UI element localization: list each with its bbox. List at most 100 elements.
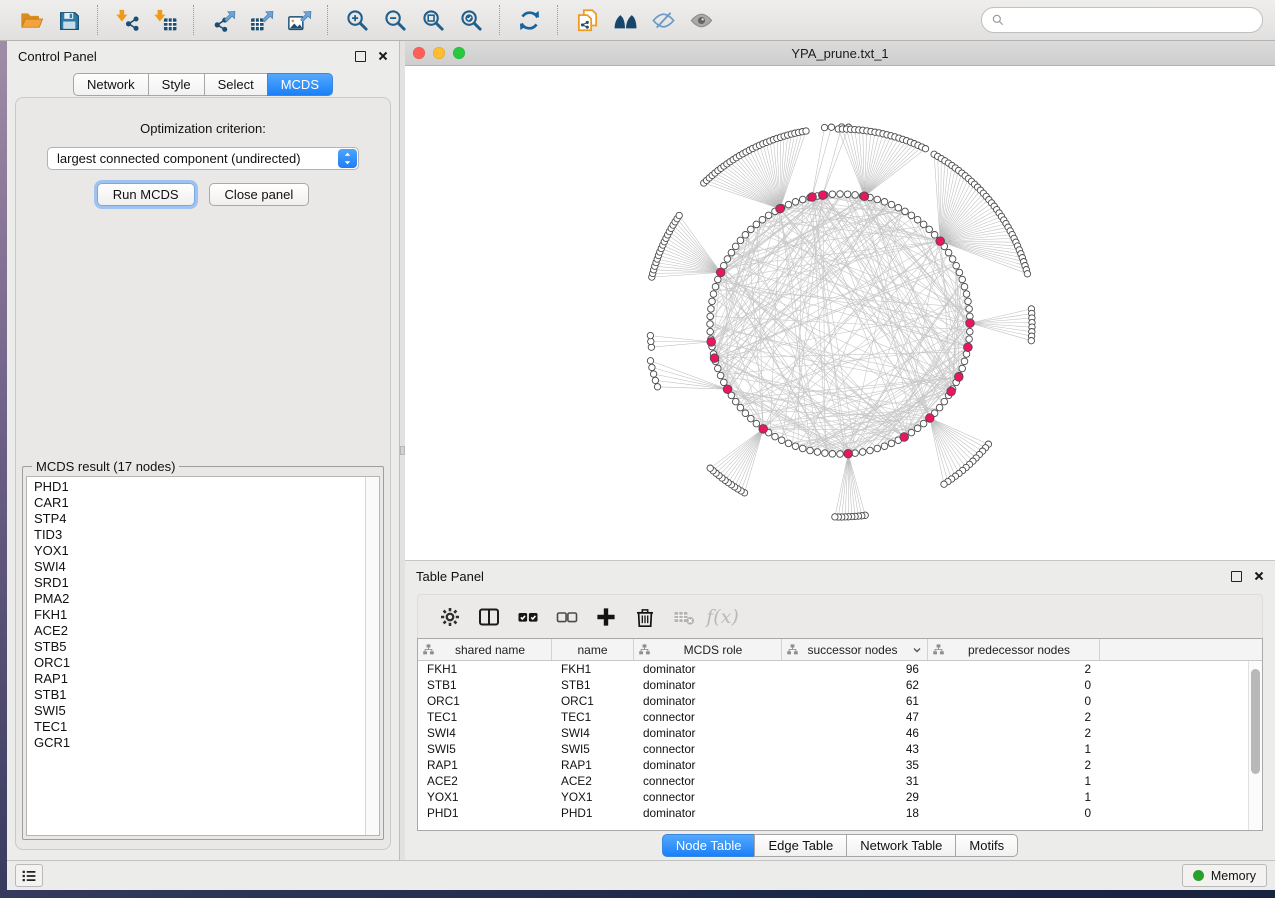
delete-column-button[interactable] bbox=[625, 599, 664, 635]
cell-mcds-role: connector bbox=[634, 774, 782, 788]
export-network-button[interactable] bbox=[207, 4, 239, 36]
import-table-icon bbox=[153, 8, 178, 33]
mcds-node-item[interactable]: PHD1 bbox=[34, 479, 365, 495]
cell-predecessor-nodes: 1 bbox=[928, 790, 1100, 804]
select-all-checkboxes-button[interactable] bbox=[508, 599, 547, 635]
cell-successor-nodes: 61 bbox=[782, 694, 928, 708]
table-row[interactable]: YOX1YOX1connector291 bbox=[418, 789, 1262, 805]
mcds-node-item[interactable]: ACE2 bbox=[34, 623, 365, 639]
refresh-view-button[interactable] bbox=[513, 4, 545, 36]
table-row[interactable]: SWI4SWI4dominator462 bbox=[418, 725, 1262, 741]
close-icon[interactable] bbox=[1254, 571, 1264, 581]
table-row[interactable]: ORC1ORC1dominator610 bbox=[418, 693, 1262, 709]
column-header-successor-nodes[interactable]: successor nodes bbox=[782, 639, 928, 660]
delete-table-button bbox=[664, 599, 703, 635]
table-row[interactable]: PHD1PHD1dominator180 bbox=[418, 805, 1262, 821]
add-column-button[interactable] bbox=[586, 599, 625, 635]
table-row[interactable]: STB1STB1dominator620 bbox=[418, 677, 1262, 693]
table-row[interactable]: RAP1RAP1dominator352 bbox=[418, 757, 1262, 773]
tab-network-table[interactable]: Network Table bbox=[846, 834, 956, 857]
column-header-mcds-role[interactable]: MCDS role bbox=[634, 639, 782, 660]
import-network-button[interactable] bbox=[111, 4, 143, 36]
table-row[interactable]: ACE2ACE2connector311 bbox=[418, 773, 1262, 789]
mcds-node-item[interactable]: GCR1 bbox=[34, 735, 365, 751]
tab-mcds[interactable]: MCDS bbox=[267, 73, 333, 96]
mcds-node-item[interactable]: TEC1 bbox=[34, 719, 365, 735]
tab-style[interactable]: Style bbox=[148, 73, 205, 96]
run-mcds-button[interactable]: Run MCDS bbox=[97, 183, 195, 206]
tab-select[interactable]: Select bbox=[204, 73, 268, 96]
list-icon bbox=[20, 867, 38, 885]
mcds-node-item[interactable]: SWI5 bbox=[34, 703, 365, 719]
export-image-icon bbox=[287, 8, 312, 33]
save-session-button[interactable] bbox=[53, 4, 85, 36]
open-file-button[interactable] bbox=[15, 4, 47, 36]
cell-shared-name: YOX1 bbox=[418, 790, 552, 804]
tab-network[interactable]: Network bbox=[73, 73, 149, 96]
mcds-node-item[interactable]: SWI4 bbox=[34, 559, 365, 575]
mcds-node-item[interactable]: STB5 bbox=[34, 639, 365, 655]
zoom-selected-button[interactable] bbox=[455, 4, 487, 36]
search-box[interactable] bbox=[981, 7, 1263, 33]
mcds-node-item[interactable]: ORC1 bbox=[34, 655, 365, 671]
deselect-all-checkboxes-button[interactable] bbox=[547, 599, 586, 635]
copy-document-button[interactable] bbox=[571, 4, 603, 36]
mcds-node-item[interactable]: STP4 bbox=[34, 511, 365, 527]
mcds-node-item[interactable]: RAP1 bbox=[34, 671, 365, 687]
eye-hidden-button[interactable] bbox=[647, 4, 679, 36]
mcds-node-item[interactable]: FKH1 bbox=[34, 607, 365, 623]
table-body: FKH1FKH1dominator962STB1STB1dominator620… bbox=[418, 661, 1262, 821]
column-header-predecessor-nodes[interactable]: predecessor nodes bbox=[928, 639, 1100, 660]
zoom-out-button[interactable] bbox=[379, 4, 411, 36]
mcds-list-scrollbar[interactable] bbox=[365, 477, 379, 835]
tab-motifs[interactable]: Motifs bbox=[955, 834, 1018, 857]
mcds-result-list: PHD1CAR1STP4TID3YOX1SWI4SRD1PMA2FKH1ACE2… bbox=[27, 477, 365, 835]
memory-status-icon bbox=[1193, 870, 1204, 881]
column-label: successor nodes bbox=[798, 643, 907, 657]
mcds-node-item[interactable]: SRD1 bbox=[34, 575, 365, 591]
optimization-select[interactable]: largest connected component (undirected) bbox=[47, 147, 359, 170]
network-title: YPA_prune.txt_1 bbox=[405, 46, 1275, 61]
network-window: YPA_prune.txt_1 bbox=[405, 41, 1275, 560]
table-row[interactable]: FKH1FKH1dominator962 bbox=[418, 661, 1262, 677]
table-row[interactable]: SWI5SWI5connector431 bbox=[418, 741, 1262, 757]
search-input[interactable] bbox=[1011, 12, 1253, 29]
settings-gear-button[interactable] bbox=[430, 599, 469, 635]
binoculars-button[interactable] bbox=[609, 4, 641, 36]
zoom-fit-icon bbox=[421, 8, 446, 33]
split-columns-icon bbox=[477, 605, 501, 629]
tab-edge-table[interactable]: Edge Table bbox=[754, 834, 847, 857]
mcds-node-item[interactable]: STB1 bbox=[34, 687, 365, 703]
open-file-icon bbox=[19, 8, 44, 33]
table-scrollbar[interactable] bbox=[1248, 661, 1262, 830]
table-row[interactable]: TEC1TEC1connector472 bbox=[418, 709, 1262, 725]
mcds-node-item[interactable]: TID3 bbox=[34, 527, 365, 543]
mcds-node-item[interactable]: CAR1 bbox=[34, 495, 365, 511]
zoom-fit-button[interactable] bbox=[417, 4, 449, 36]
scrollbar-thumb[interactable] bbox=[1251, 669, 1260, 774]
cell-name: ACE2 bbox=[552, 774, 634, 788]
binoculars-icon bbox=[613, 8, 638, 33]
column-header-name[interactable]: name bbox=[552, 639, 634, 660]
split-columns-button[interactable] bbox=[469, 599, 508, 635]
close-icon[interactable] bbox=[378, 51, 388, 61]
mcds-result-title: MCDS result (17 nodes) bbox=[32, 459, 179, 474]
eye-visible-button[interactable] bbox=[685, 4, 717, 36]
export-image-button[interactable] bbox=[283, 4, 315, 36]
mcds-node-item[interactable]: PMA2 bbox=[34, 591, 365, 607]
import-network-icon bbox=[115, 8, 140, 33]
memory-button[interactable]: Memory bbox=[1182, 864, 1267, 887]
float-button[interactable] bbox=[355, 51, 366, 62]
search-icon bbox=[991, 13, 1005, 27]
import-table-button[interactable] bbox=[149, 4, 181, 36]
network-canvas[interactable] bbox=[405, 66, 1275, 561]
column-header-shared-name[interactable]: shared name bbox=[418, 639, 552, 660]
float-button[interactable] bbox=[1231, 571, 1242, 582]
task-history-button[interactable] bbox=[15, 864, 43, 887]
mcds-node-item[interactable]: YOX1 bbox=[34, 543, 365, 559]
zoom-in-button[interactable] bbox=[341, 4, 373, 36]
export-table-icon bbox=[249, 8, 274, 33]
tab-node-table[interactable]: Node Table bbox=[662, 834, 756, 857]
close-panel-button[interactable]: Close panel bbox=[209, 183, 310, 206]
export-table-button[interactable] bbox=[245, 4, 277, 36]
